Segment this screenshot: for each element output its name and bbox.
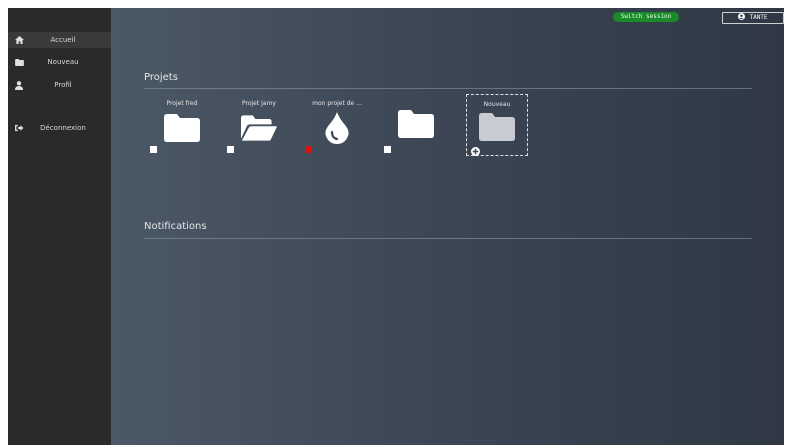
projects-divider bbox=[144, 88, 752, 89]
folder-open-icon bbox=[241, 112, 277, 144]
logout-icon bbox=[15, 124, 29, 132]
project-status-marker bbox=[305, 146, 312, 153]
sidebar-item-profil[interactable]: Profil bbox=[8, 77, 111, 93]
user-button[interactable]: TANTE bbox=[722, 12, 784, 24]
new-project-label: Nouveau bbox=[483, 101, 511, 108]
project-card[interactable]: Projet fred bbox=[150, 94, 210, 160]
notifications-title: Notifications bbox=[144, 221, 207, 232]
sidebar-item-accueil[interactable]: Accueil bbox=[8, 32, 111, 48]
sidebar-item-label: Accueil bbox=[50, 36, 76, 44]
sidebar-item-label: Nouveau bbox=[47, 58, 79, 66]
folder-icon bbox=[164, 112, 200, 144]
new-project-button[interactable]: Nouveau bbox=[466, 94, 528, 156]
switch-session-button[interactable]: Switch session bbox=[613, 12, 679, 22]
project-name: Projet fred bbox=[166, 100, 198, 107]
sidebar: Accueil Nouveau Profil Déconnexion bbox=[8, 8, 111, 445]
drop-icon bbox=[319, 112, 355, 144]
folder-icon bbox=[479, 113, 515, 141]
project-status-marker bbox=[150, 146, 157, 153]
project-name: mon projet de ... bbox=[312, 100, 362, 107]
folder-icon bbox=[398, 108, 434, 140]
project-card[interactable]: mon projet de ... bbox=[305, 94, 365, 160]
plus-circle-icon bbox=[471, 141, 480, 156]
main-content: Switch session TANTE Projets Projet fred… bbox=[111, 8, 784, 445]
sidebar-item-label: Profil bbox=[54, 81, 72, 89]
user-icon bbox=[15, 80, 29, 90]
app-frame: Accueil Nouveau Profil Déconnexion Switc… bbox=[8, 8, 784, 445]
notifications-divider bbox=[144, 238, 752, 239]
folder-icon bbox=[15, 58, 29, 66]
projects-title: Projets bbox=[144, 72, 178, 83]
project-card[interactable]: Projet Jamy bbox=[227, 94, 287, 160]
user-circle-icon bbox=[738, 12, 746, 24]
home-icon bbox=[15, 36, 29, 44]
project-card[interactable] bbox=[384, 94, 444, 160]
sidebar-item-label: Déconnexion bbox=[40, 124, 86, 132]
project-status-marker bbox=[384, 146, 391, 153]
user-name: TANTE bbox=[749, 14, 768, 21]
sidebar-item-nouveau[interactable]: Nouveau bbox=[8, 54, 111, 70]
sidebar-header bbox=[8, 8, 111, 22]
project-name: Projet Jamy bbox=[242, 100, 276, 107]
project-status-marker bbox=[227, 146, 234, 153]
sidebar-item-deconnexion[interactable]: Déconnexion bbox=[8, 120, 111, 136]
